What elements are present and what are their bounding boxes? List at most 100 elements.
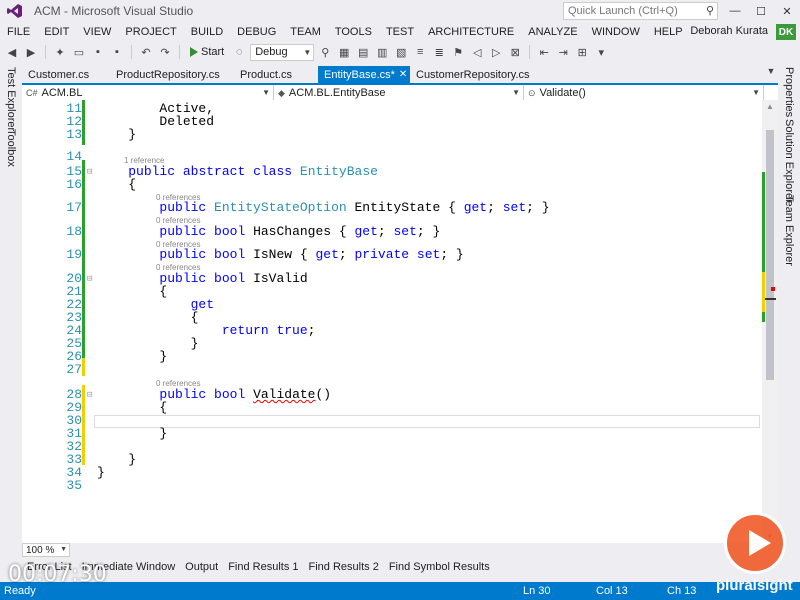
open-file-icon[interactable]: ▭ [71,44,87,60]
bookmark-icon[interactable]: ⚑ [450,44,466,60]
close-button[interactable]: ✕ [774,0,800,22]
code-line: } [97,426,168,441]
code-editor[interactable]: 11 12 13 14 15 16 17 18 19 20 21 22 23 2… [22,100,778,543]
project-value: ACM.BL [41,87,83,99]
menu-file[interactable]: FILE [0,26,37,38]
scroll-thumb[interactable] [766,130,774,380]
tab-label: EntityBase.cs* [324,68,395,81]
tab-label: Customer.cs [28,68,90,81]
code-line: { [97,400,168,415]
toolbox-tab[interactable]: Toolbox [5,129,17,167]
outdent-icon[interactable]: ⇤ [536,44,552,60]
save-icon[interactable]: ▪ [90,44,106,60]
menu-debug[interactable]: DEBUG [230,26,283,38]
test-explorer-tab[interactable]: Test Explorer [5,67,17,131]
menu-team[interactable]: TEAM [283,26,328,38]
bottom-tool-tabs: Error List Immediate Window Output Find … [22,561,722,577]
indent-icon[interactable]: ⇥ [555,44,571,60]
toolbox-icon[interactable]: ▧ [393,44,409,60]
menu-tools[interactable]: TOOLS [328,26,379,38]
undo-icon[interactable]: ↶ [138,44,154,60]
play-icon [190,47,198,57]
tab-label: Product.cs [240,68,292,81]
zoom-select[interactable]: 100 % ▼ [22,543,70,557]
chevron-down-icon: ▼ [303,47,312,57]
team-explorer-tab[interactable]: Team Explorer [783,195,795,266]
clear-bookmarks-icon[interactable]: ⊠ [507,44,523,60]
properties-icon[interactable]: ▥ [374,44,390,60]
menu-project[interactable]: PROJECT [118,26,183,38]
start-label: Start [201,46,225,58]
quick-launch-input[interactable]: Quick Launch (Ctrl+Q) ⚲ [563,2,718,20]
solution-explorer-tab[interactable]: Solution Explorer [783,119,795,203]
status-bar: Ready Ln 30 Col 13 Ch 13 [0,582,800,600]
format-icon[interactable]: ⊞ [574,44,590,60]
minimize-button[interactable]: — [722,0,748,22]
navigate-forward-icon[interactable]: ▶ [23,44,39,60]
menu-build[interactable]: BUILD [184,26,230,38]
start-debugging-button[interactable]: Start [186,46,228,58]
solution-configuration-select[interactable]: Debug ▼ [250,43,315,61]
menu-test[interactable]: TEST [379,26,421,38]
maximize-button[interactable]: ☐ [748,0,774,22]
code-line: public bool IsNew { get; private set; } [159,247,464,262]
user-name[interactable]: Deborah Kurata [690,25,768,37]
chevron-down-icon: ▼ [512,88,520,97]
tab-customerrepository-cs[interactable]: CustomerRepository.cs [410,66,530,83]
collapse-icon[interactable]: ⊟ [87,274,92,284]
line-number: 35 [66,478,82,493]
menu-help[interactable]: HELP [647,26,690,38]
right-tool-panel: Properties Solution Explorer Team Explor… [778,63,800,580]
tab-product-cs[interactable]: Product.cs [234,66,318,83]
tab-customer-cs[interactable]: Customer.cs [22,66,110,83]
menu-architecture[interactable]: ARCHITECTURE [421,26,521,38]
new-project-icon[interactable]: ✦ [52,44,68,60]
comment-icon[interactable]: ≡ [412,44,428,60]
standard-toolbar: ◀ ▶ ✦ ▭ ▪ ▪ ↶ ↷ Start ◌ Debug ▼ ⚲ ▦ ▤ ▥ … [0,42,800,62]
previous-bookmark-icon[interactable]: ◁ [469,44,485,60]
code-line: } [97,349,168,364]
tab-list-dropdown-icon[interactable]: ▼ [764,66,778,76]
tab-productrepository-cs[interactable]: ProductRepository.cs [110,66,234,83]
type-dropdown[interactable]: ◆ ACM.BL.EntityBase ▼ [274,85,524,101]
code-line: public EntityStateOption EntityState { g… [159,200,550,215]
search-icon: ⚲ [705,5,714,17]
uncomment-icon[interactable]: ≣ [431,44,447,60]
member-dropdown[interactable]: ⊙ Validate() ▼ [524,85,764,101]
menu-analyze[interactable]: ANALYZE [521,26,584,38]
change-marker-unsaved [82,358,85,376]
attach-icon[interactable]: ◌ [231,44,247,60]
play-button-icon[interactable] [724,512,786,574]
find-icon[interactable]: ⚲ [317,44,333,60]
redo-icon[interactable]: ↷ [157,44,173,60]
collapse-icon[interactable]: ⊟ [87,167,92,177]
chevron-down-icon: ▼ [60,546,67,553]
save-all-icon[interactable]: ▪ [109,44,125,60]
next-bookmark-icon[interactable]: ▷ [488,44,504,60]
close-tab-icon[interactable]: ✕ [399,69,407,80]
menu-view[interactable]: VIEW [76,26,118,38]
collapse-icon[interactable]: ⊟ [87,390,92,400]
toolbar-options-icon[interactable]: ▾ [593,44,609,60]
class-view-icon[interactable]: ▦ [336,44,352,60]
tab-output[interactable]: Output [180,561,223,577]
tab-find-symbol-results[interactable]: Find Symbol Results [384,561,495,577]
title-bar: ACM - Microsoft Visual Studio Quick Laun… [0,0,800,22]
line-indicator: Ln 30 [523,585,551,597]
tab-entitybase-cs[interactable]: EntityBase.cs* ✕ [318,66,410,83]
properties-tab[interactable]: Properties [783,67,795,117]
overview-change-marker [762,272,765,312]
project-dropdown[interactable]: C# ACM.BL ▼ [22,85,274,101]
solution-explorer-icon[interactable]: ▤ [355,44,371,60]
tab-find-results-1[interactable]: Find Results 1 [223,561,303,577]
toolbar-separator [131,45,132,59]
menu-edit[interactable]: EDIT [37,26,76,38]
tab-find-results-2[interactable]: Find Results 2 [304,561,384,577]
class-icon: ◆ [278,87,285,98]
user-avatar[interactable]: DK [776,24,796,40]
scroll-up-icon[interactable]: ▲ [766,102,774,111]
chevron-down-icon: ▼ [752,88,760,97]
navigate-back-icon[interactable]: ◀ [4,44,20,60]
menu-window[interactable]: WINDOW [585,26,647,38]
csharp-project-icon: C# [26,88,38,98]
